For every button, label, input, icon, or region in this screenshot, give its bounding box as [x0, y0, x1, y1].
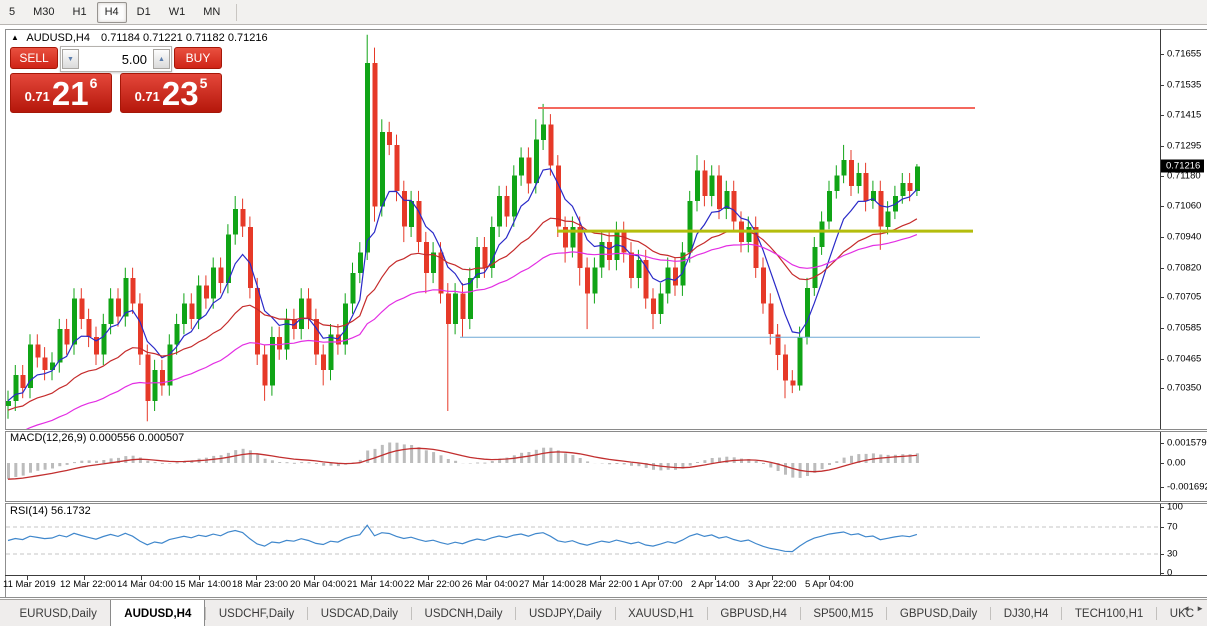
tab-gbpusd-h4[interactable]: GBPUSD,H4 — [707, 600, 799, 626]
axis-tick — [1160, 554, 1164, 555]
price-axis-label: 0.71060 — [1167, 200, 1202, 212]
price-axis-line — [1160, 29, 1161, 575]
tab-usdcad-daily[interactable]: USDCAD,Daily — [308, 600, 411, 626]
macd-label: MACD(12,26,9) 0.000556 0.000507 — [10, 432, 185, 444]
axis-tick — [1160, 359, 1164, 360]
macd-axis-label: 0.001579 — [1167, 437, 1207, 449]
date-axis-label: 28 Mar 22:00 — [576, 579, 632, 590]
date-axis-line — [5, 575, 1207, 576]
date-axis-label: 1 Apr 07:00 — [634, 579, 683, 590]
date-axis-label: 20 Mar 04:00 — [290, 579, 346, 590]
date-axis-label: 12 Mar 22:00 — [60, 579, 116, 590]
timeframe-button-h4[interactable]: H4 — [96, 1, 127, 23]
axis-tick — [1160, 176, 1164, 177]
timeframe-button-w1[interactable]: W1 — [161, 2, 194, 23]
tab-usdcnh-daily[interactable]: USDCNH,Daily — [412, 600, 516, 626]
timeframe-button-5[interactable]: 5 — [1, 2, 23, 23]
axis-tick — [1160, 443, 1164, 444]
chart-bottom-border — [0, 597, 1207, 598]
date-axis-label: 3 Apr 22:00 — [748, 579, 797, 590]
axis-tick — [1160, 463, 1164, 464]
axis-tick — [1160, 237, 1164, 238]
price-axis-label: 0.71655 — [1167, 48, 1202, 60]
tab-scroll-left-icon[interactable]: ◄ — [1182, 604, 1190, 613]
date-axis-label: 26 Mar 04:00 — [462, 579, 518, 590]
price-axis-label: 0.71295 — [1167, 140, 1202, 152]
axis-tick — [1160, 297, 1164, 298]
price-axis-label: 0.71535 — [1167, 79, 1202, 91]
tab-xauusd-h1[interactable]: XAUUSD,H1 — [615, 600, 707, 626]
axis-tick — [1160, 268, 1164, 269]
tab-eurusd-daily[interactable]: EURUSD,Daily — [7, 600, 110, 626]
tab-dj30-h4[interactable]: DJ30,H4 — [991, 600, 1062, 626]
main-candlestick-chart[interactable] — [6, 30, 1159, 429]
date-axis-label: 2 Apr 14:00 — [691, 579, 740, 590]
date-axis-label: 15 Mar 14:00 — [175, 579, 231, 590]
rsi-axis-label: 30 — [1167, 548, 1178, 560]
tab-audusd-h4[interactable]: AUDUSD,H4 — [110, 600, 206, 626]
axis-tick — [1160, 507, 1164, 508]
tab-tech100-h1[interactable]: TECH100,H1 — [1062, 600, 1156, 626]
date-axis-label: 14 Mar 04:00 — [117, 579, 173, 590]
toolbar-separator — [236, 3, 238, 21]
tab-usdjpy-daily[interactable]: USDJPY,Daily — [516, 600, 615, 626]
rsi-axis-label: 0 — [1167, 567, 1173, 579]
timeframe-button-d1[interactable]: D1 — [129, 2, 159, 23]
axis-tick — [1160, 487, 1164, 488]
axis-tick — [1160, 206, 1164, 207]
timeframe-button-m30[interactable]: M30 — [25, 2, 62, 23]
symbol-tab-bar: EURUSD,Daily AUDUSD,H4 USDCHF,Daily USDCAD,… — [0, 599, 1207, 626]
price-axis-label: 0.70705 — [1167, 291, 1202, 303]
price-axis-label: 0.70820 — [1167, 262, 1202, 274]
macd-axis-label: -0.001692 — [1167, 481, 1207, 493]
price-axis-label: 0.70350 — [1167, 382, 1202, 394]
axis-tick — [1160, 115, 1164, 116]
tab-scroll-arrows: ◄ ► — [1182, 604, 1204, 613]
axis-tick — [1160, 527, 1164, 528]
rsi-label: RSI(14) 56.1732 — [10, 505, 91, 517]
tab-gbpusd-daily[interactable]: GBPUSD,Daily — [887, 600, 990, 626]
price-axis-label: 0.70940 — [1167, 231, 1202, 243]
axis-tick — [1160, 328, 1164, 329]
tab-usdchf-daily[interactable]: USDCHF,Daily — [206, 600, 307, 626]
date-axis-label: 5 Apr 04:00 — [805, 579, 854, 590]
rsi-value: 56.1732 — [50, 505, 91, 517]
timeframe-button-mn[interactable]: MN — [195, 2, 228, 23]
trading-terminal-window: 5 M30 H1 H4 D1 W1 MN ▲ AUDUSD,H4 0.71184 0.712… — [0, 0, 1207, 626]
current-price-badge: 0.71216 — [1161, 159, 1205, 173]
timeframe-button-h1[interactable]: H1 — [65, 2, 95, 23]
axis-tick — [1160, 54, 1164, 55]
axis-tick — [1160, 146, 1164, 147]
rsi-axis-label: 100 — [1167, 501, 1183, 513]
price-axis-label: 0.70465 — [1167, 353, 1202, 365]
price-axis-label: 0.70585 — [1167, 322, 1202, 334]
rsi-indicator-panel[interactable] — [6, 504, 1159, 575]
timeframe-toolbar: 5 M30 H1 H4 D1 W1 MN — [0, 0, 1207, 25]
macd-values: 0.000556 0.000507 — [89, 432, 185, 444]
macd-axis-label: 0.00 — [1167, 457, 1186, 469]
date-axis-label: 18 Mar 23:00 — [232, 579, 288, 590]
price-axis-label: 0.71415 — [1167, 109, 1202, 121]
date-axis-label: 21 Mar 14:00 — [347, 579, 403, 590]
date-axis-label: 27 Mar 14:00 — [519, 579, 575, 590]
tab-sp500-m15[interactable]: SP500,M15 — [800, 600, 886, 626]
axis-tick — [1160, 388, 1164, 389]
axis-tick — [1160, 85, 1164, 86]
tab-scroll-right-icon[interactable]: ► — [1196, 604, 1204, 613]
axis-tick — [1160, 573, 1164, 574]
date-axis-label: 11 Mar 2019 — [3, 579, 56, 590]
rsi-axis-label: 70 — [1167, 521, 1178, 533]
date-axis-label: 22 Mar 22:00 — [404, 579, 460, 590]
